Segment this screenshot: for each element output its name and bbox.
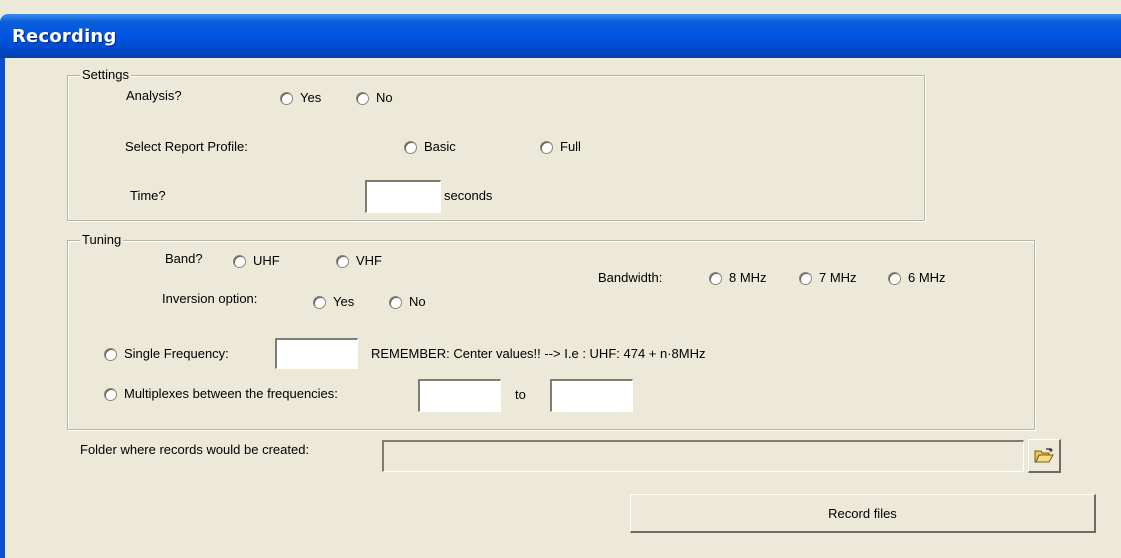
- analysis-no-radio[interactable]: No: [356, 91, 393, 105]
- settings-group: Settings Analysis? Yes No Select Report …: [67, 68, 925, 221]
- radio-circle[interactable]: [104, 387, 117, 401]
- radio-circle[interactable]: [799, 271, 812, 285]
- inversion-no-radio[interactable]: No: [389, 295, 426, 309]
- radio-circle[interactable]: [540, 140, 553, 154]
- radio-label: Basic: [424, 139, 456, 154]
- bandwidth-6mhz-radio[interactable]: 6 MHz: [888, 271, 946, 285]
- radio-label: Yes: [300, 90, 322, 105]
- settings-legend: Settings: [80, 67, 131, 82]
- report-full-radio[interactable]: Full: [540, 140, 581, 154]
- bandwidth-8mhz-radio[interactable]: 8 MHz: [709, 271, 767, 285]
- radio-circle[interactable]: [888, 271, 901, 285]
- radio-label: Yes: [333, 294, 355, 309]
- single-frequency-input[interactable]: [275, 338, 358, 369]
- multiplex-from-input[interactable]: [418, 379, 501, 412]
- folder-path-input[interactable]: [382, 440, 1024, 472]
- tuning-legend: Tuning: [80, 232, 124, 247]
- radio-circle[interactable]: [233, 254, 246, 268]
- multiplex-to-input[interactable]: [550, 379, 633, 412]
- band-vhf-radio[interactable]: VHF: [336, 254, 382, 268]
- radio-label: 6 MHz: [908, 270, 946, 285]
- recording-window: Recording Settings Analysis? Yes No Sele…: [0, 0, 1121, 558]
- radio-label: Multiplexes between the frequencies:: [124, 386, 338, 401]
- time-input[interactable]: [365, 180, 441, 213]
- analysis-yes-radio[interactable]: Yes: [280, 91, 321, 105]
- record-files-button[interactable]: Record files: [630, 494, 1096, 533]
- band-uhf-radio[interactable]: UHF: [233, 254, 280, 268]
- time-label: Time?: [130, 188, 166, 203]
- client-area: Settings Analysis? Yes No Select Report …: [5, 58, 1121, 558]
- radio-circle[interactable]: [336, 254, 349, 268]
- radio-circle[interactable]: [404, 140, 417, 154]
- bandwidth-label: Bandwidth:: [598, 270, 663, 285]
- report-basic-radio[interactable]: Basic: [404, 140, 456, 154]
- radio-label: No: [376, 90, 393, 105]
- band-label: Band?: [165, 251, 203, 266]
- title-bar: Recording: [0, 14, 1121, 58]
- time-unit-label: seconds: [444, 188, 493, 203]
- radio-label: UHF: [253, 253, 280, 268]
- bandwidth-7mhz-radio[interactable]: 7 MHz: [799, 271, 857, 285]
- radio-circle[interactable]: [104, 347, 117, 361]
- radio-circle[interactable]: [280, 91, 293, 105]
- inversion-label: Inversion option:: [162, 291, 258, 306]
- radio-label: Full: [560, 139, 581, 154]
- window-title: Recording: [12, 26, 117, 47]
- radio-label: Single Frequency:: [124, 346, 229, 361]
- inversion-yes-radio[interactable]: Yes: [313, 295, 354, 309]
- radio-circle[interactable]: [709, 271, 722, 285]
- multiplex-radio[interactable]: Multiplexes between the frequencies:: [104, 387, 338, 401]
- radio-label: No: [409, 294, 426, 309]
- remember-note: REMEMBER: Center values!! --> I.e : UHF:…: [371, 346, 706, 361]
- radio-label: 8 MHz: [729, 270, 767, 285]
- report-profile-label: Select Report Profile:: [125, 139, 248, 154]
- radio-label: 7 MHz: [819, 270, 857, 285]
- open-folder-icon: [1034, 447, 1054, 464]
- radio-circle[interactable]: [389, 295, 402, 309]
- tuning-group: Tuning Band? UHF VHF Bandwidth: 8 MHz 7 …: [67, 233, 1035, 430]
- browse-folder-button[interactable]: [1028, 439, 1061, 473]
- analysis-label: Analysis?: [126, 88, 182, 103]
- radio-circle[interactable]: [356, 91, 369, 105]
- radio-label: VHF: [356, 253, 382, 268]
- folder-label: Folder where records would be created:: [80, 442, 310, 457]
- to-label: to: [515, 387, 526, 402]
- single-frequency-radio[interactable]: Single Frequency:: [104, 347, 229, 361]
- radio-circle[interactable]: [313, 295, 326, 309]
